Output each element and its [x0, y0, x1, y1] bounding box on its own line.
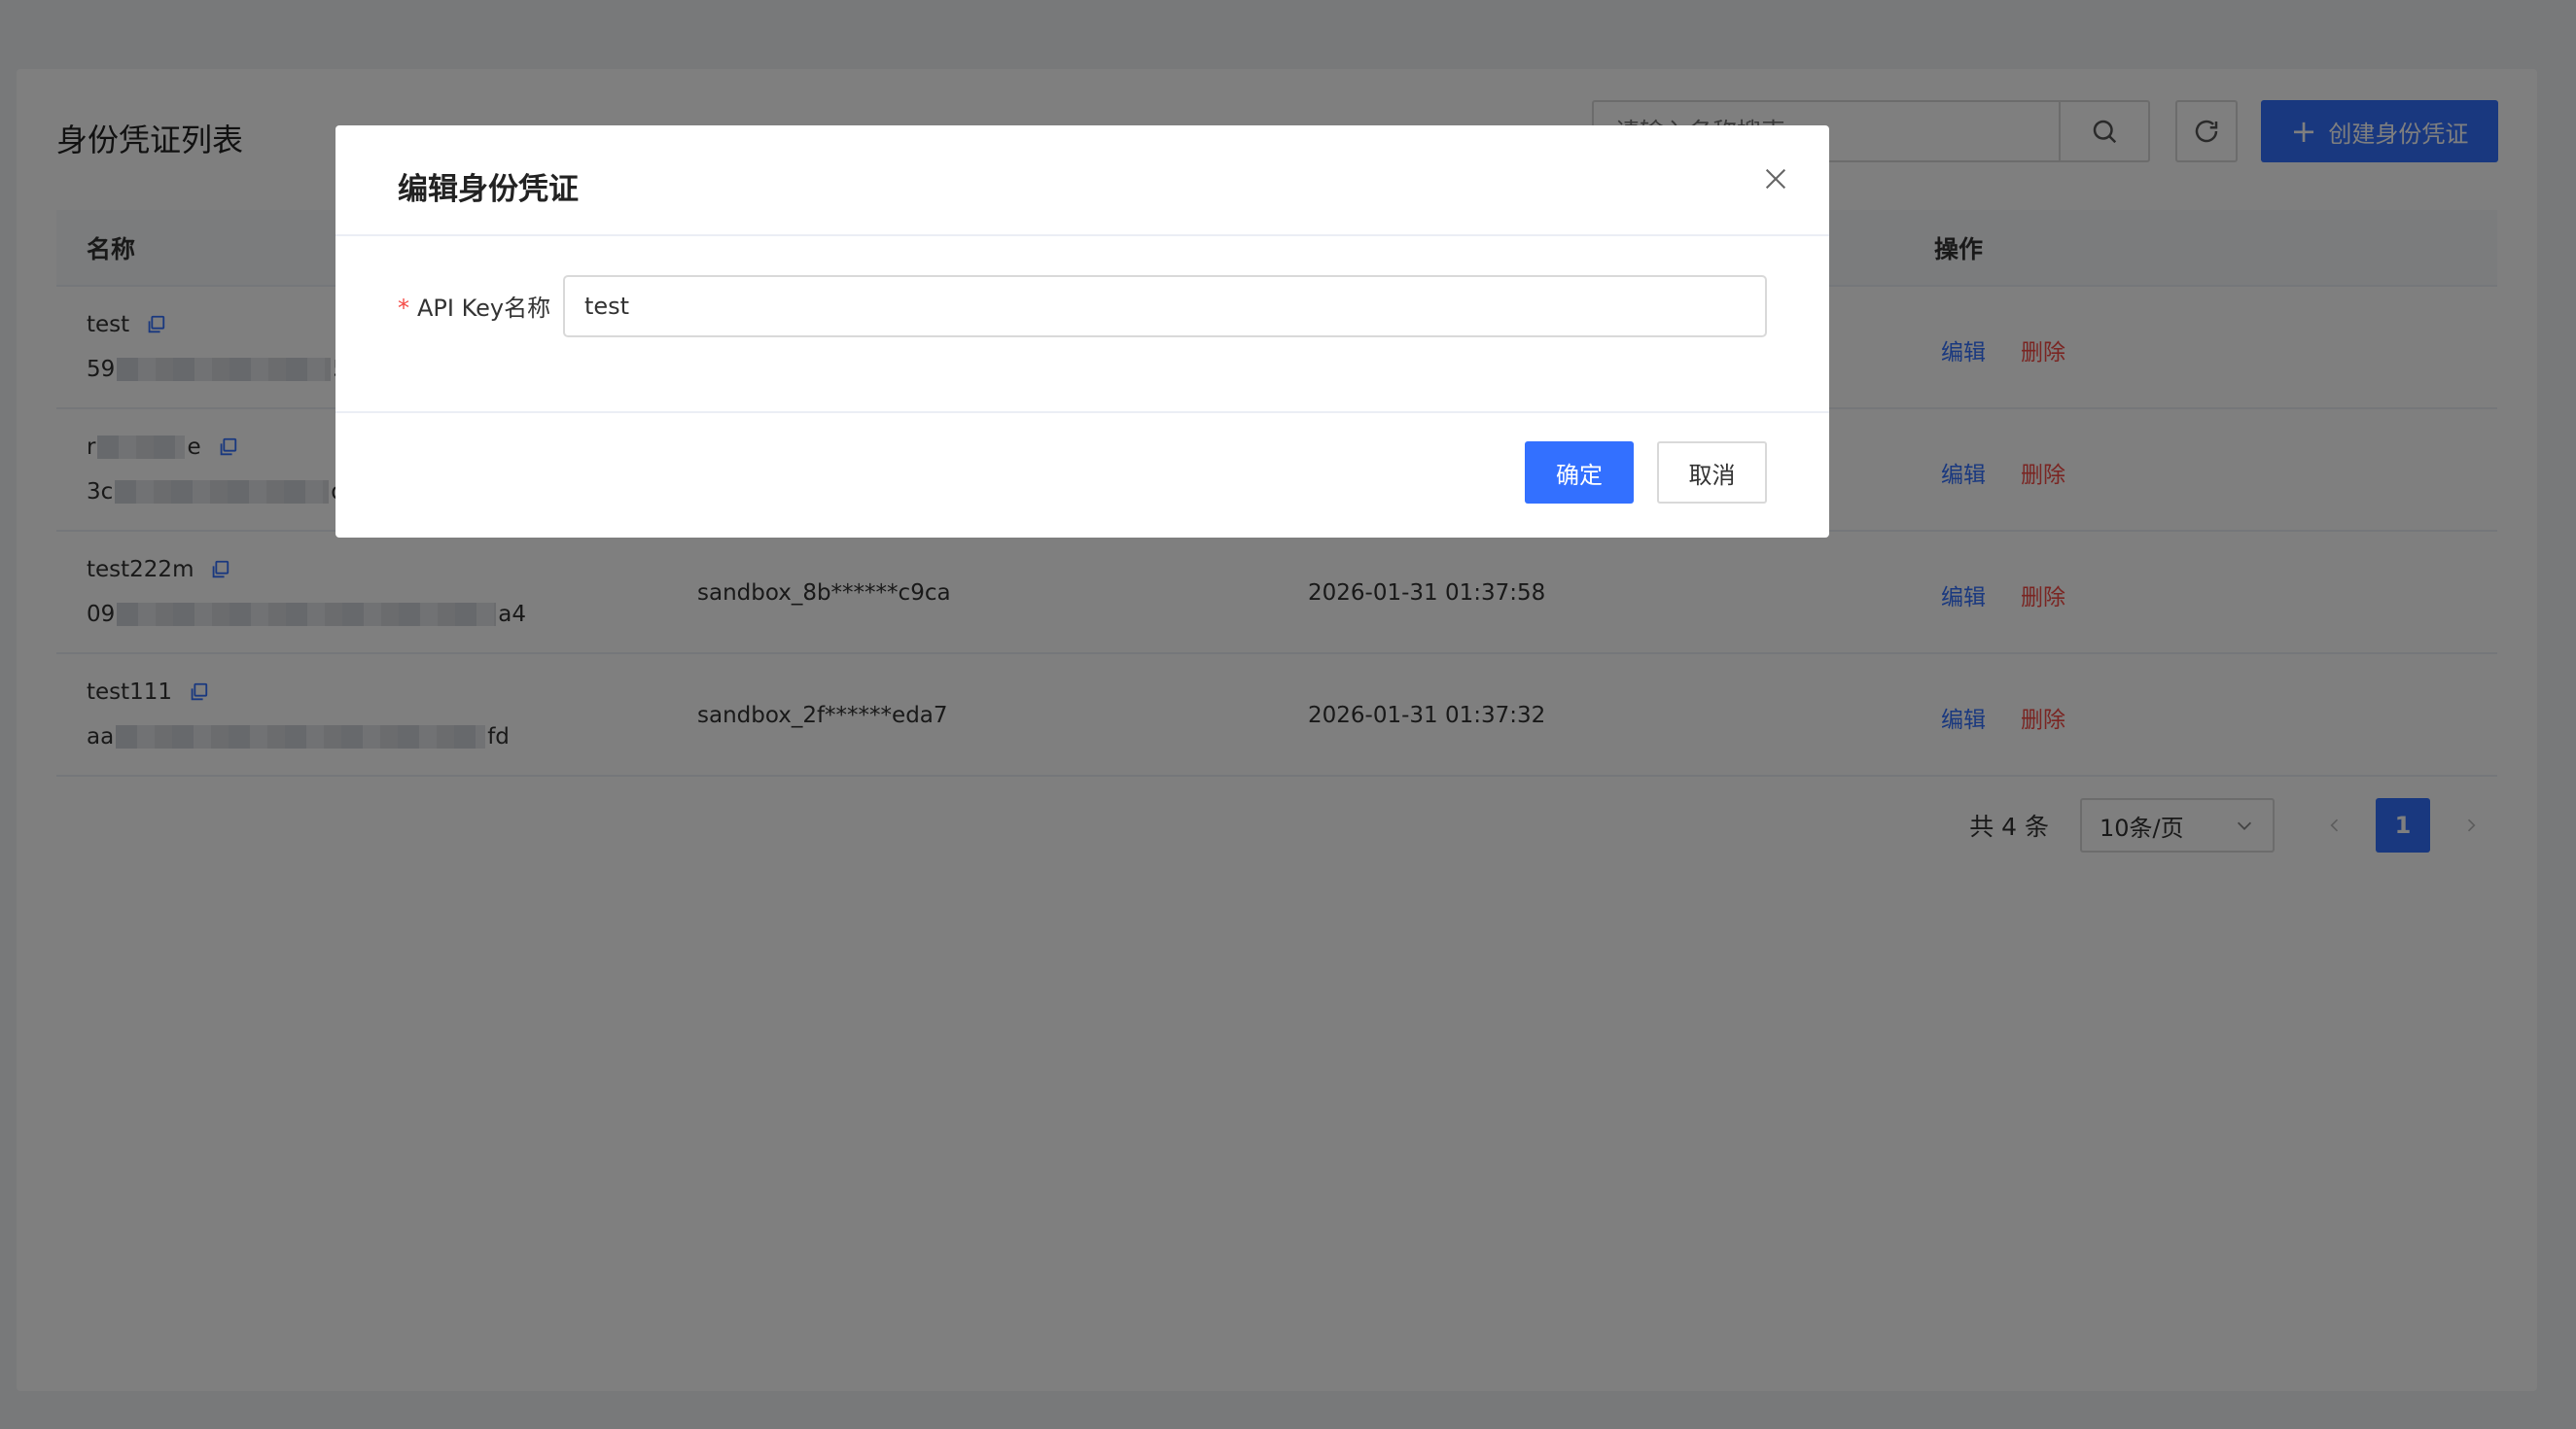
label-text: API Key名称: [417, 295, 551, 322]
modal-footer: 确定 取消: [335, 413, 1829, 538]
api-key-name-input[interactable]: [563, 275, 1767, 337]
modal-body: * API Key名称: [335, 236, 1829, 413]
close-button[interactable]: [1761, 164, 1790, 193]
api-key-name-label: * API Key名称: [398, 289, 550, 323]
modal-header: 编辑身份凭证: [335, 125, 1829, 236]
close-icon: [1765, 168, 1786, 190]
cancel-button[interactable]: 取消: [1657, 441, 1767, 504]
edit-credential-modal: 编辑身份凭证 * API Key名称 确定 取消: [335, 125, 1829, 538]
confirm-button[interactable]: 确定: [1525, 441, 1634, 504]
modal-title: 编辑身份凭证: [398, 172, 579, 207]
required-mark: *: [398, 295, 409, 322]
